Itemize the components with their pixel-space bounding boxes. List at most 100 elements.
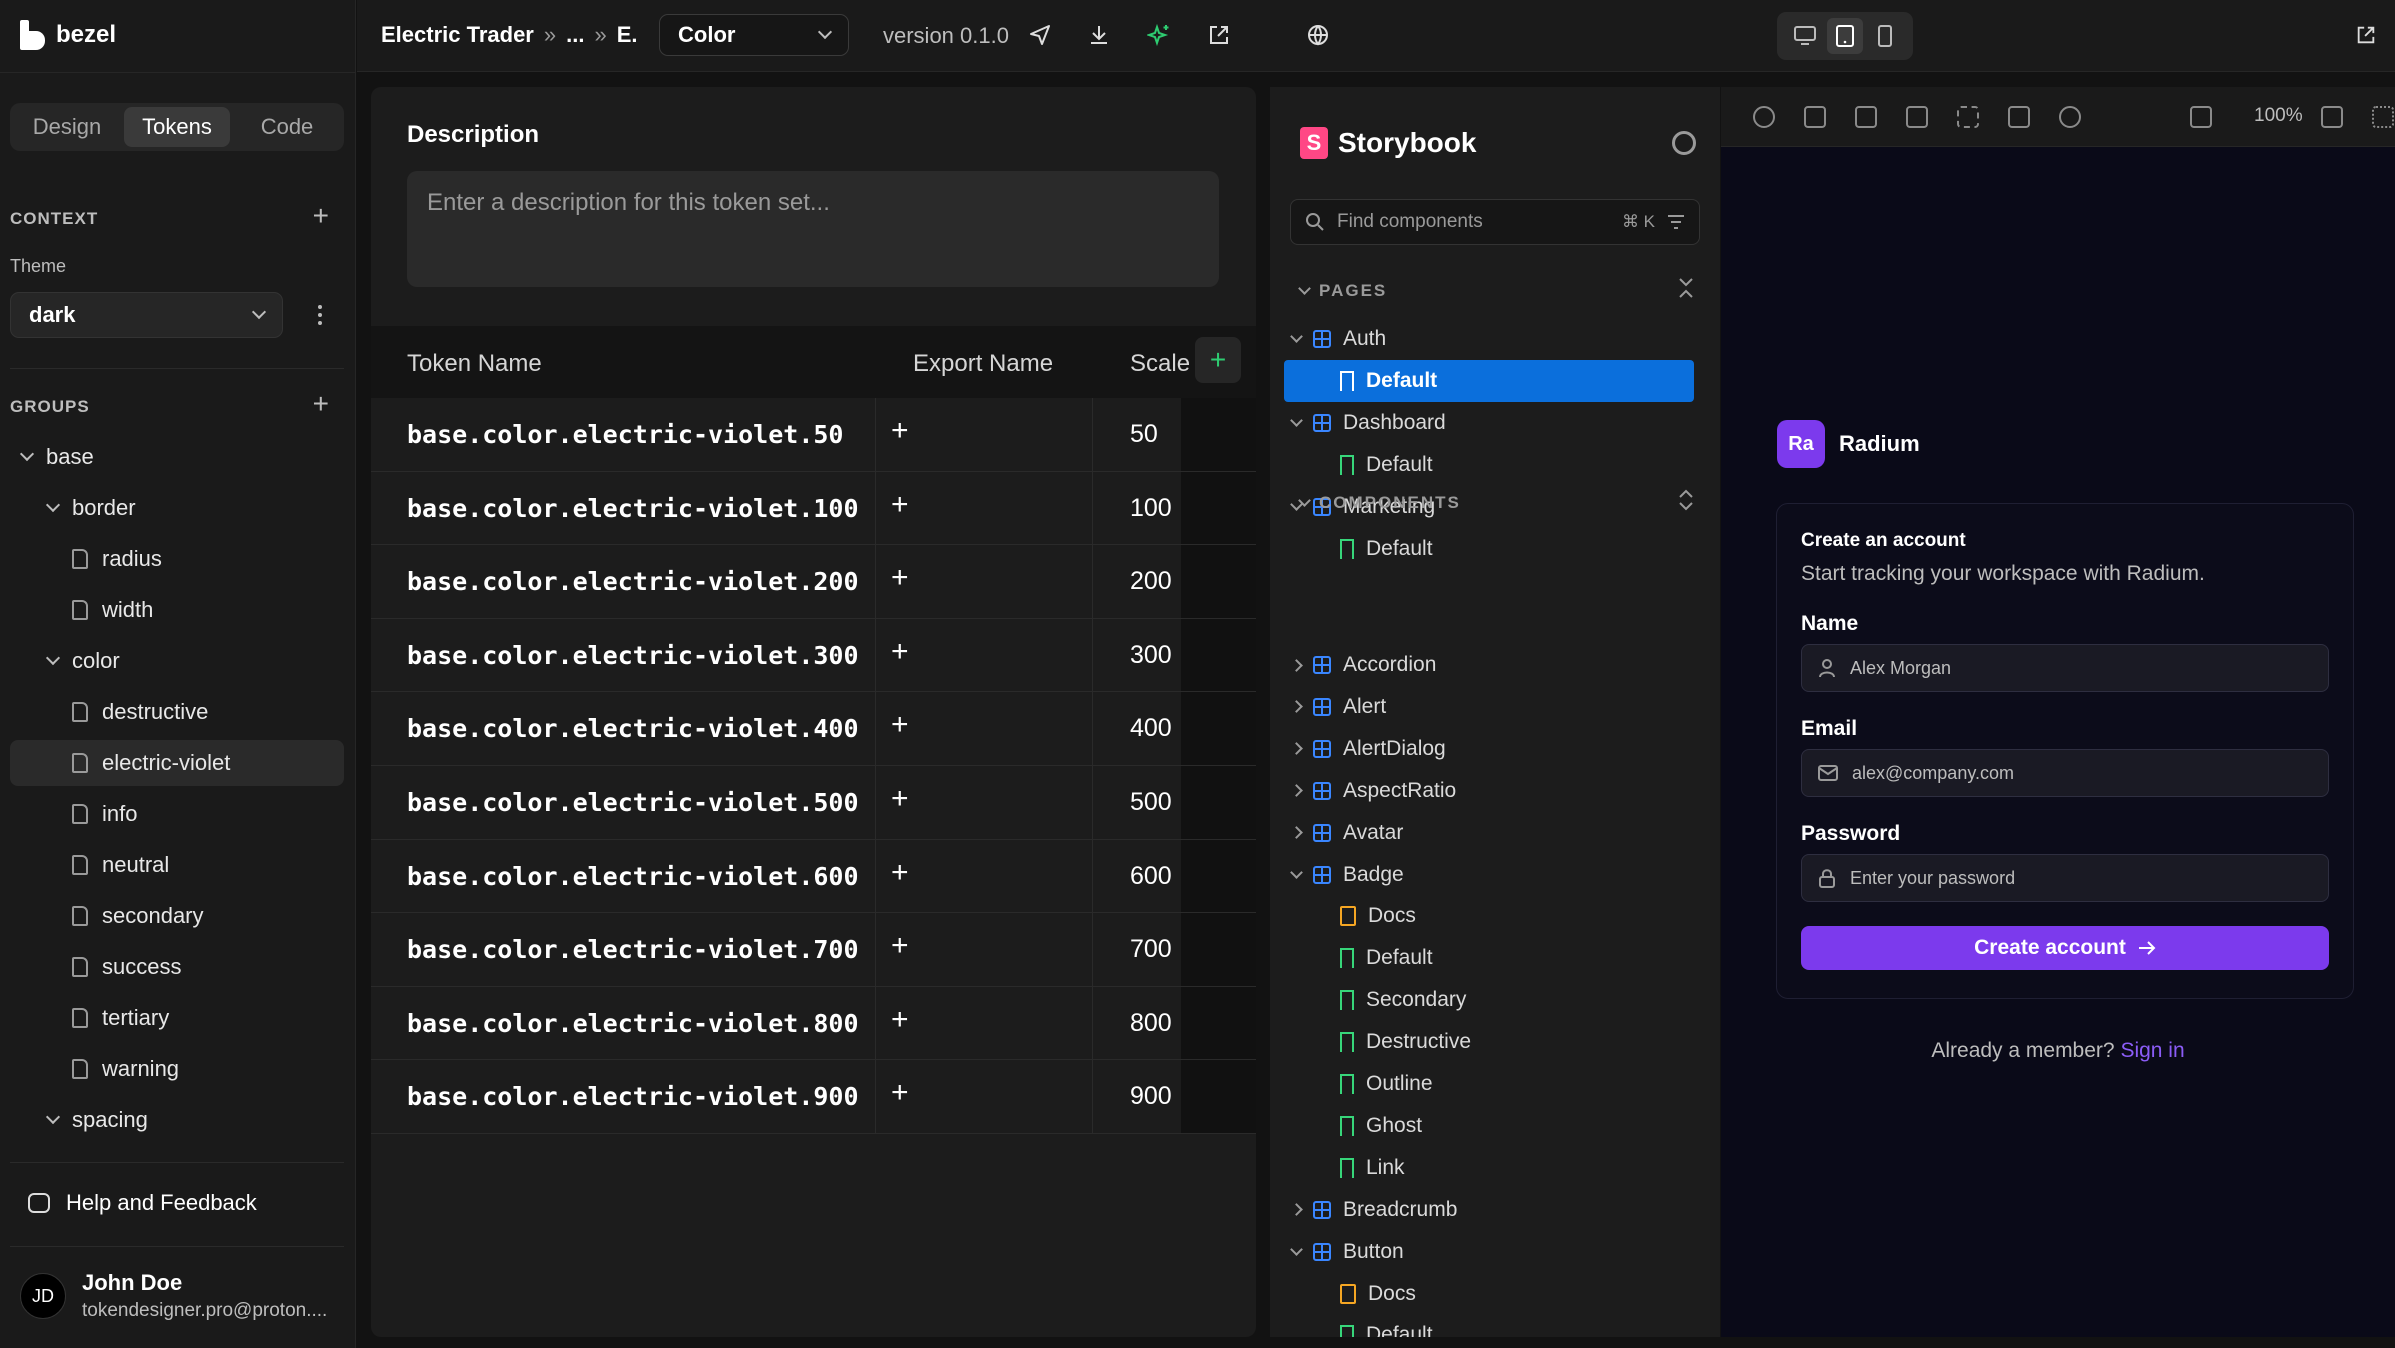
sidebar-story-item[interactable]: Destructive xyxy=(1340,1021,1471,1063)
tree-item[interactable]: color xyxy=(45,638,120,684)
add-export-name-button[interactable]: + xyxy=(891,414,909,448)
add-export-name-button[interactable]: + xyxy=(891,708,909,742)
grid-icon[interactable] xyxy=(1804,106,1826,128)
panel-toggle-icon[interactable] xyxy=(2321,106,2343,128)
tree-item[interactable]: width xyxy=(72,587,153,633)
sidebar-component-item[interactable]: Avatar xyxy=(1290,812,1403,854)
tree-item[interactable]: tertiary xyxy=(72,995,169,1041)
storybook-logo[interactable]: S Storybook xyxy=(1300,127,1476,159)
token-name-cell[interactable]: base.color.electric-violet.800 xyxy=(407,1009,859,1038)
add-export-name-button[interactable]: + xyxy=(891,635,909,669)
tree-item[interactable]: neutral xyxy=(72,842,169,888)
accessibility-icon[interactable] xyxy=(2059,106,2081,128)
color-swatch[interactable] xyxy=(1181,545,1256,618)
token-name-cell[interactable]: base.color.electric-violet.100 xyxy=(407,494,859,523)
add-export-name-button[interactable]: + xyxy=(891,782,909,816)
add-column-button[interactable]: + xyxy=(1195,337,1241,383)
background-image-icon[interactable] xyxy=(1855,106,1877,128)
token-name-cell[interactable]: base.color.electric-violet.700 xyxy=(407,935,859,964)
column-header-scale[interactable]: Scale xyxy=(1130,350,1190,378)
reload-icon[interactable] xyxy=(1753,106,1775,128)
sidebar-story-item[interactable]: Link xyxy=(1340,1147,1405,1189)
scale-cell[interactable]: 200 xyxy=(1130,567,1172,596)
color-swatch[interactable] xyxy=(1181,471,1256,545)
tree-item[interactable]: spacing xyxy=(45,1097,148,1143)
color-swatch[interactable] xyxy=(1181,692,1256,765)
sparkle-icon[interactable] xyxy=(1146,22,1172,48)
token-type-select[interactable]: Color xyxy=(659,14,849,56)
tree-item[interactable]: success xyxy=(72,944,181,990)
breadcrumb-ellipsis[interactable]: ... xyxy=(566,22,584,48)
tab-code[interactable]: Code xyxy=(234,107,340,147)
tree-item[interactable]: radius xyxy=(72,536,162,582)
password-field[interactable]: Enter your password xyxy=(1801,854,2329,902)
components-heading[interactable]: COMPONENTS xyxy=(1298,493,1461,513)
gear-icon[interactable] xyxy=(1672,131,1696,155)
sidebar-story-item[interactable]: Secondary xyxy=(1340,979,1466,1021)
token-name-cell[interactable]: base.color.electric-violet.400 xyxy=(407,714,859,743)
pages-heading[interactable]: PAGES xyxy=(1298,281,1387,301)
scale-cell[interactable]: 900 xyxy=(1130,1082,1172,1111)
sidebar-story-item[interactable]: Default xyxy=(1340,1314,1433,1337)
external-link-icon[interactable] xyxy=(1206,22,1232,48)
color-swatch[interactable] xyxy=(1181,765,1256,839)
sidebar-docs-item[interactable]: Docs xyxy=(1340,1273,1416,1315)
sidebar-component-item[interactable]: Button xyxy=(1290,1231,1404,1273)
column-header-token-name[interactable]: Token Name xyxy=(407,350,542,378)
user-profile[interactable]: JD John Doe tokendesigner.pro@proton.... xyxy=(20,1270,327,1322)
table-row[interactable]: base.color.electric-violet.600 +600 xyxy=(371,839,1256,914)
color-swatch[interactable] xyxy=(1181,1060,1256,1133)
table-row[interactable]: base.color.electric-violet.900 +900 xyxy=(371,1060,1256,1134)
token-name-cell[interactable]: base.color.electric-violet.600 xyxy=(407,862,859,891)
table-row[interactable]: base.color.electric-violet.500 +500 xyxy=(371,765,1256,840)
breadcrumb-current[interactable]: E. xyxy=(617,22,638,48)
sidebar-story-item[interactable]: Default xyxy=(1284,359,1694,402)
sidebar-component-item[interactable]: Breadcrumb xyxy=(1290,1189,1457,1231)
create-account-button[interactable]: Create account xyxy=(1801,926,2329,970)
table-row[interactable]: base.color.electric-violet.50 +50 xyxy=(371,398,1256,472)
breadcrumb-project[interactable]: Electric Trader xyxy=(381,22,534,48)
help-feedback-link[interactable]: Help and Feedback xyxy=(28,1190,257,1216)
desktop-icon[interactable] xyxy=(1787,18,1823,54)
add-export-name-button[interactable]: + xyxy=(891,561,909,595)
tab-tokens[interactable]: Tokens xyxy=(124,107,230,147)
expand-all-icon[interactable] xyxy=(1678,489,1694,511)
brand[interactable]: bezel xyxy=(20,20,116,50)
color-swatch[interactable] xyxy=(1181,839,1256,913)
measure-icon[interactable] xyxy=(2008,106,2030,128)
sidebar-story-item[interactable]: Outline xyxy=(1340,1063,1433,1105)
sign-in-link[interactable]: Sign in xyxy=(2120,1039,2184,1062)
table-row[interactable]: base.color.electric-violet.300 +300 xyxy=(371,618,1256,693)
tablet-icon[interactable] xyxy=(1827,18,1863,54)
download-icon[interactable] xyxy=(1086,22,1112,48)
color-swatch[interactable] xyxy=(1181,986,1256,1060)
sidebar-story-item[interactable]: Ghost xyxy=(1340,1105,1422,1147)
scale-cell[interactable]: 500 xyxy=(1130,788,1172,817)
token-name-cell[interactable]: base.color.electric-violet.500 xyxy=(407,788,859,817)
sidebar-component-item[interactable]: Alert xyxy=(1290,686,1386,728)
token-name-cell[interactable]: base.color.electric-violet.300 xyxy=(407,641,859,670)
color-swatch[interactable] xyxy=(1181,398,1256,471)
add-export-name-button[interactable]: + xyxy=(891,488,909,522)
table-row[interactable]: base.color.electric-violet.700 +700 xyxy=(371,913,1256,987)
tree-item[interactable]: warning xyxy=(72,1046,179,1092)
tree-item[interactable]: border xyxy=(45,485,136,531)
collapse-all-icon[interactable] xyxy=(1678,277,1694,299)
tree-item[interactable]: secondary xyxy=(72,893,204,939)
open-external-icon[interactable] xyxy=(2353,22,2379,48)
sidebar-component-item[interactable]: Accordion xyxy=(1290,644,1436,686)
sidebar-component-item[interactable]: Badge xyxy=(1290,854,1404,896)
token-name-cell[interactable]: base.color.electric-violet.900 xyxy=(407,1082,859,1111)
table-row[interactable]: base.color.electric-violet.800 +800 xyxy=(371,986,1256,1061)
tree-item[interactable]: electric-violet xyxy=(10,740,344,786)
tree-item[interactable]: info xyxy=(72,791,137,837)
table-row[interactable]: base.color.electric-violet.400 +400 xyxy=(371,692,1256,766)
add-export-name-button[interactable]: + xyxy=(891,1003,909,1037)
mobile-icon[interactable] xyxy=(1867,18,1903,54)
scale-cell[interactable]: 700 xyxy=(1130,935,1172,964)
add-context-button[interactable]: + xyxy=(313,202,329,230)
sidebar-component-item[interactable]: AlertDialog xyxy=(1290,728,1446,770)
name-field[interactable]: Alex Morgan xyxy=(1801,644,2329,692)
tree-item[interactable]: destructive xyxy=(72,689,208,735)
sidebar-component-item[interactable]: AspectRatio xyxy=(1290,770,1456,812)
